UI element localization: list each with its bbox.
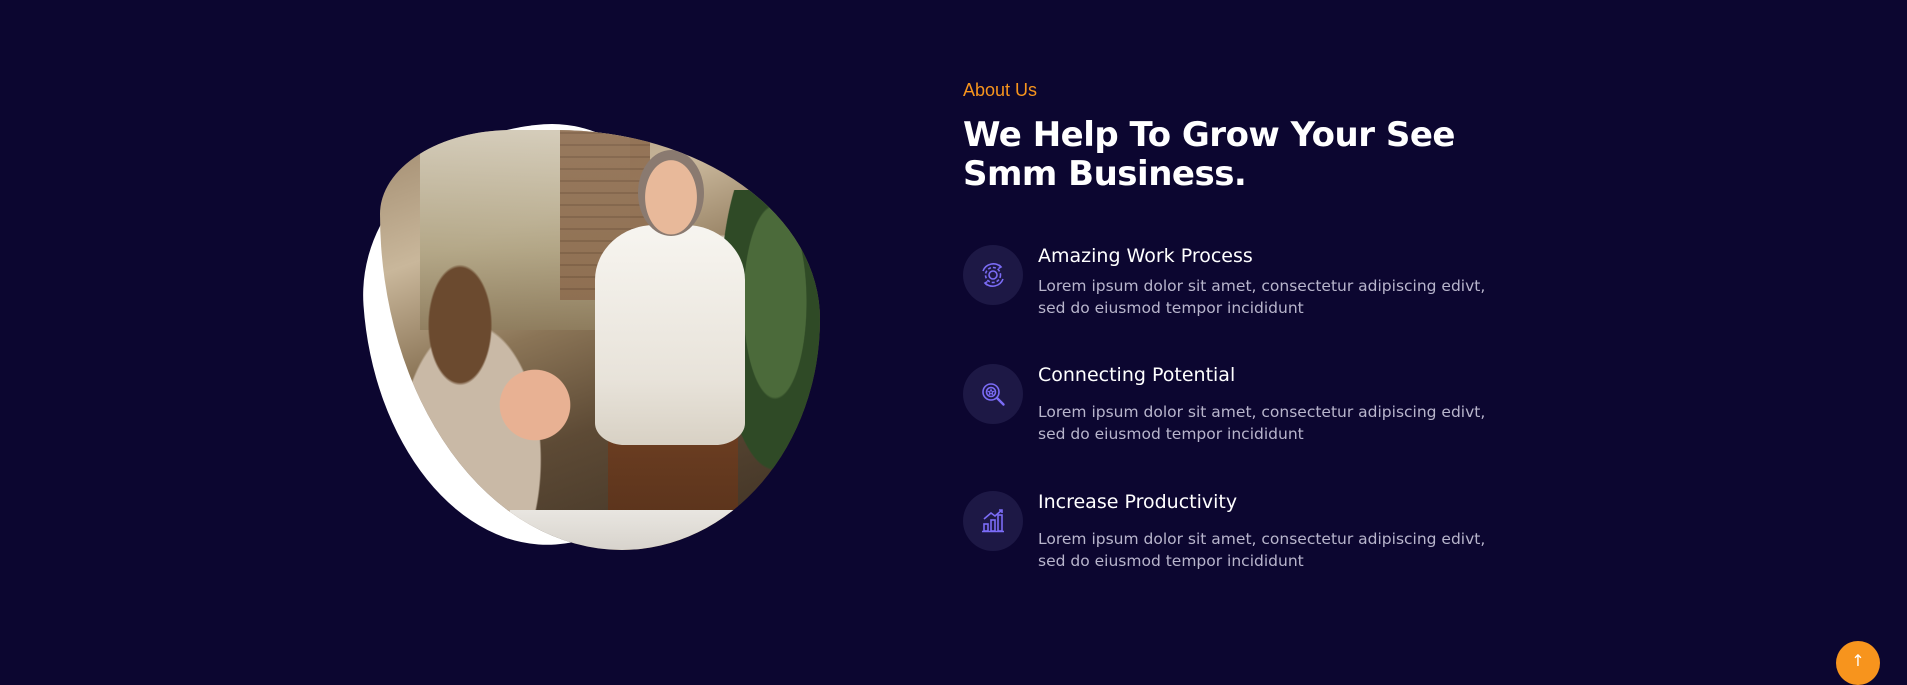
section-eyebrow: About Us bbox=[963, 80, 1038, 100]
feature-description: Lorem ipsum dolor sit amet, consectetur … bbox=[1038, 277, 1486, 317]
feature-title: Connecting Potential bbox=[1038, 364, 1236, 386]
feature-description: Lorem ipsum dolor sit amet, consectetur … bbox=[1038, 530, 1486, 570]
feature-description: Lorem ipsum dolor sit amet, consectetur … bbox=[1038, 403, 1486, 443]
scroll-to-top-button[interactable]: ↑ bbox=[1836, 641, 1880, 685]
team-meeting-photo bbox=[380, 130, 820, 550]
gear-cycle-icon bbox=[963, 245, 1023, 305]
about-image-blob bbox=[351, 113, 820, 557]
about-section: About Us We Help To Grow Your See Smm Bu… bbox=[0, 0, 1907, 679]
feature-title: Amazing Work Process bbox=[1038, 245, 1253, 267]
search-star-icon bbox=[963, 364, 1023, 424]
arrow-up-icon: ↑ bbox=[1851, 651, 1865, 670]
feature-title: Increase Productivity bbox=[1038, 491, 1238, 513]
section-headline: We Help To Grow Your See Smm Business. bbox=[963, 115, 1455, 194]
growth-chart-icon bbox=[963, 491, 1023, 551]
